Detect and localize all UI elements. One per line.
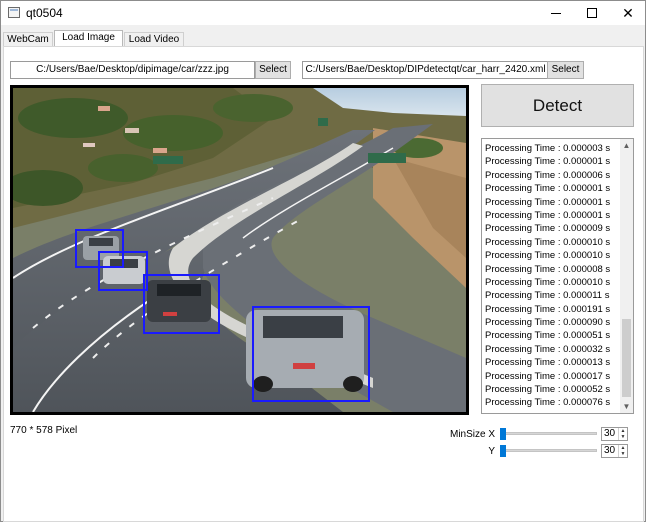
detection-image-view xyxy=(10,85,469,415)
chevron-down-icon[interactable]: ▼ xyxy=(620,400,633,413)
window-title: qt0504 xyxy=(26,6,63,20)
log-scrollbar[interactable]: ▲ ▼ xyxy=(620,139,633,413)
log-item: Processing Time : 0.000003 s xyxy=(485,143,611,154)
min-size-y-slider-handle[interactable] xyxy=(500,445,506,457)
log-item: Processing Time : 0.000076 s xyxy=(485,397,611,409)
xml-path-field[interactable]: C:/Users/Bae/Desktop/DIPdetectqt/car_har… xyxy=(302,61,549,79)
title-bar[interactable]: qt0504 ✕ xyxy=(1,1,645,25)
image-path-field[interactable]: C:/Users/Bae/Desktop/dipimage/car/zzz.jp… xyxy=(10,61,255,79)
log-item: Processing Time : 0.000032 s xyxy=(485,343,611,355)
log-item: Processing Time : 0.000051 s xyxy=(485,330,611,342)
select-image-button[interactable]: Select xyxy=(255,61,291,79)
min-size-x-slider[interactable] xyxy=(503,432,597,435)
minimize-icon xyxy=(551,12,561,14)
car-4 xyxy=(246,310,364,392)
min-size-y-value: 30 xyxy=(604,445,616,456)
log-item: Processing Time : 0.000008 s xyxy=(485,263,611,275)
log-item: Processing Time : 0.000191 s xyxy=(485,303,611,315)
min-size-x-spinbox[interactable]: 30 ▲ ▼ xyxy=(601,427,628,441)
log-item: Processing Time : 0.000001 s xyxy=(485,183,611,195)
car-3 xyxy=(147,280,211,322)
min-size-x-value: 30 xyxy=(604,428,616,439)
log-item: Processing Time : 0.000001 s xyxy=(485,196,611,208)
log-item: Processing Time : 0.000001 s xyxy=(485,156,611,168)
min-size-x-slider-handle[interactable] xyxy=(500,428,506,440)
tab-load-image[interactable]: Load Image xyxy=(54,30,123,46)
log-item: Processing Time : 0.000052 s xyxy=(485,384,611,396)
load-image-panel: C:/Users/Bae/Desktop/dipimage/car/zzz.jp… xyxy=(3,46,644,522)
log-item: Processing Time : 0.000010 s xyxy=(485,276,611,288)
app-icon xyxy=(8,7,20,18)
select-xml-button[interactable]: Select xyxy=(547,61,584,79)
detect-button[interactable]: Detect xyxy=(481,84,634,127)
log-item: Processing Time : 0.000009 s xyxy=(485,223,611,235)
min-size-x-label: MinSize X xyxy=(449,429,495,440)
chevron-up-icon[interactable]: ▲ xyxy=(620,139,633,152)
minimize-button[interactable] xyxy=(538,1,574,25)
image-size-label: 770 * 578 Pixel xyxy=(10,425,78,436)
maximize-button[interactable] xyxy=(574,1,610,25)
log-item: Processing Time : 0.000006 s xyxy=(485,169,611,181)
min-size-y-label: Y xyxy=(488,446,495,457)
log-item: Processing Time : 0.000017 s xyxy=(485,370,611,382)
tab-load-video[interactable]: Load Video xyxy=(124,32,184,46)
log-item: Processing Time : 0.000001 s xyxy=(485,209,611,221)
scroll-thumb[interactable] xyxy=(622,319,631,397)
processing-time-log[interactable]: Processing Time : 0.000003 s Processing … xyxy=(481,138,634,414)
spin-arrows-icon[interactable]: ▲ ▼ xyxy=(618,445,627,457)
maximize-icon xyxy=(587,8,597,18)
close-icon: ✕ xyxy=(622,5,634,21)
tab-webcam[interactable]: WebCam xyxy=(3,32,53,46)
close-button[interactable]: ✕ xyxy=(610,1,646,25)
spin-arrows-icon[interactable]: ▲ ▼ xyxy=(618,428,627,440)
log-item: Processing Time : 0.000090 s xyxy=(485,317,611,329)
log-item: Processing Time : 0.000010 s xyxy=(485,236,611,248)
log-items: Processing Time : 0.000003 s Processing … xyxy=(485,142,619,410)
main-window: qt0504 ✕ WebCam Load Image Load Video C:… xyxy=(0,0,646,522)
log-item: Processing Time : 0.000011 s xyxy=(485,290,610,302)
min-size-y-slider[interactable] xyxy=(503,449,597,452)
road-scene-image xyxy=(13,88,466,412)
log-item: Processing Time : 0.000013 s xyxy=(485,357,611,369)
min-size-y-spinbox[interactable]: 30 ▲ ▼ xyxy=(601,444,628,458)
log-item: Processing Time : 0.000010 s xyxy=(485,250,611,262)
